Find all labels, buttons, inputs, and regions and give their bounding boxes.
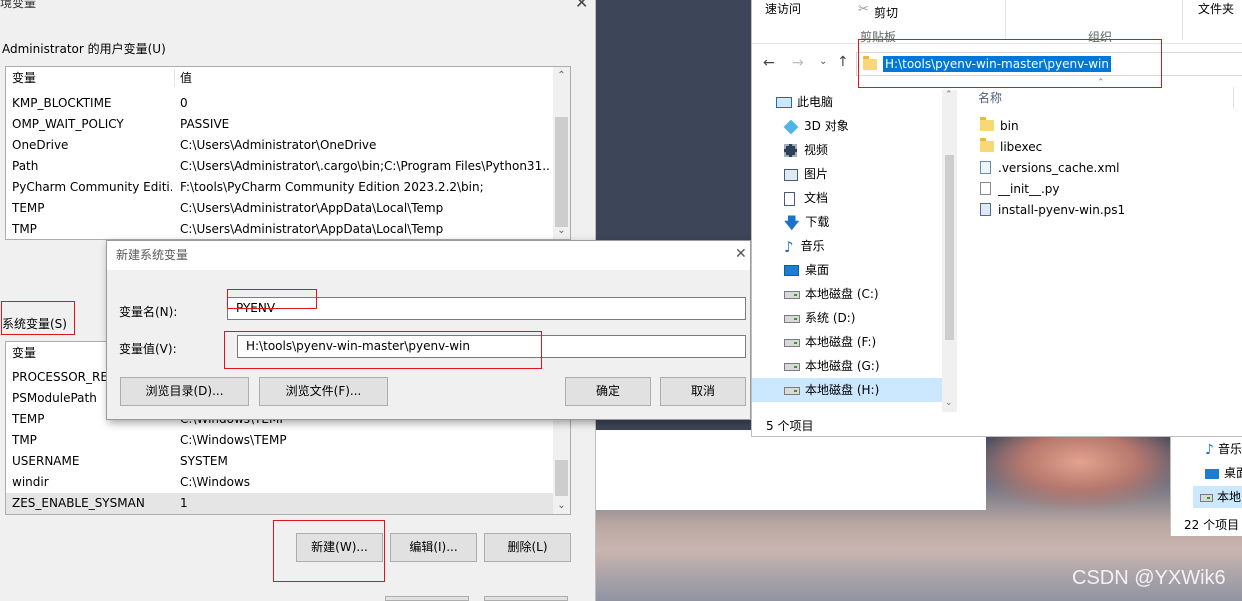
music-icon: ♪	[1205, 441, 1214, 458]
scroll-up-icon[interactable]: ⌃	[553, 67, 570, 84]
nav-item-music[interactable]: ♪ 音乐	[1205, 440, 1242, 458]
scroll-thumb[interactable]	[555, 117, 568, 227]
scroll-thumb[interactable]	[555, 460, 568, 496]
python-file-icon	[980, 182, 991, 195]
cube-icon	[783, 119, 799, 134]
drive-icon	[784, 386, 800, 395]
annotation-box	[273, 520, 385, 582]
header-variable[interactable]: 变量	[12, 67, 172, 90]
cut-button[interactable]: 剪切	[874, 4, 898, 21]
document-icon	[784, 191, 795, 206]
new-folder-button[interactable]: 文件夹	[1198, 0, 1234, 17]
list-item[interactable]: install-pyenv-win.ps1	[980, 200, 1125, 221]
drive-icon	[784, 338, 800, 347]
wallpaper-glow	[980, 430, 1180, 510]
scroll-thumb[interactable]	[945, 155, 954, 340]
computer-icon	[776, 97, 792, 108]
desktop-icon	[1205, 468, 1219, 479]
scroll-up-icon[interactable]: ⌃	[945, 90, 953, 100]
close-icon[interactable]: ✕	[575, 0, 588, 12]
edit-button[interactable]: 编辑(I)...	[390, 533, 477, 562]
scroll-down-icon[interactable]: ⌄	[553, 497, 570, 514]
delete-button[interactable]: 删除(L)	[484, 533, 571, 562]
button-edge	[484, 596, 568, 601]
list-item[interactable]: bin	[980, 116, 1019, 137]
nav-item-this-pc[interactable]: 此电脑	[752, 90, 833, 114]
xml-file-icon	[980, 161, 991, 174]
annotation-box	[1, 301, 75, 335]
scroll-down-icon[interactable]: ⌄	[945, 398, 953, 408]
browse-directory-button[interactable]: 浏览目录(D)...	[120, 377, 249, 406]
column-header-name[interactable]: 名称	[978, 89, 1002, 106]
browse-file-button[interactable]: 浏览文件(F)...	[259, 377, 388, 406]
annotation-box	[227, 289, 317, 309]
nav-item-music[interactable]: ♪ 音乐	[752, 234, 825, 258]
dialog-title: 新建系统变量	[107, 241, 750, 270]
nav-item-drive-d[interactable]: 系统 (D:)	[752, 306, 855, 330]
window-backdrop	[596, 430, 986, 510]
window-title: 境变量	[0, 0, 37, 10]
table-row-selected[interactable]: ZES_ENABLE_SYSMAN 1	[6, 493, 554, 514]
scissors-icon[interactable]: ✂	[858, 2, 869, 17]
nav-scrollbar[interactable]: ⌃ ⌄	[942, 90, 957, 412]
file-list: bin libexec .versions_cache.xml __init__…	[980, 116, 1230, 226]
forward-icon[interactable]: →	[792, 55, 804, 71]
list-item[interactable]: .versions_cache.xml	[980, 158, 1120, 179]
folder-icon	[980, 138, 994, 152]
nav-item-desktop[interactable]: 桌面	[1205, 464, 1242, 481]
button-edge	[385, 596, 469, 601]
nav-item-videos[interactable]: 视频	[752, 138, 828, 162]
header-value[interactable]: 值	[180, 67, 550, 90]
up-icon[interactable]: ↑	[837, 54, 849, 70]
drive-icon	[784, 314, 800, 323]
scroll-down-icon[interactable]: ⌄	[553, 222, 570, 239]
picture-icon	[784, 168, 798, 181]
close-icon[interactable]: ✕	[735, 246, 747, 262]
powershell-file-icon	[980, 203, 991, 216]
annotation-box	[224, 331, 542, 369]
list-item[interactable]: libexec	[980, 137, 1042, 158]
status-bar: 5 个项目	[766, 419, 814, 433]
list-item[interactable]: __init__.py	[980, 179, 1060, 200]
back-icon[interactable]: ←	[763, 55, 775, 71]
file-explorer-window: 速访问 ✂ 剪切 剪贴板 组织 文件夹 ← → ⌄ ↑ H:\tools\pye…	[751, 0, 1242, 437]
quick-access-label[interactable]: 速访问	[765, 0, 801, 17]
ok-button[interactable]: 确定	[565, 377, 651, 406]
cancel-button[interactable]: 取消	[660, 377, 746, 406]
user-variables-label: Administrator 的用户变量(U)	[2, 42, 166, 56]
desktop-icon	[784, 265, 799, 276]
nav-item-drive-g[interactable]: 本地磁盘 (G:)	[752, 354, 880, 378]
nav-item-drive[interactable]: 本地	[1193, 486, 1242, 508]
music-icon: ♪	[784, 237, 794, 256]
video-icon	[784, 144, 797, 157]
variable-name-label: 变量名(N):	[119, 305, 178, 319]
nav-item-drive-h[interactable]: 本地磁盘 (H:)	[752, 378, 942, 402]
nav-item-desktop[interactable]: 桌面	[752, 258, 829, 282]
nav-item-pictures[interactable]: 图片	[752, 162, 828, 186]
nav-item-drive-f[interactable]: 本地磁盘 (F:)	[752, 330, 876, 354]
drive-icon	[784, 290, 800, 299]
navigation-pane: 此电脑 3D 对象 视频 图片 文档 🡇 下载 ♪ 音乐 桌面 本地磁盘 (C:) …	[752, 90, 957, 412]
user-variables-list[interactable]: 变量 值 KMP_BLOCKTIME 0 OMP_WAIT_POLICY PASSI…	[5, 66, 571, 240]
annotation-box	[858, 39, 1162, 88]
variable-value-label: 变量值(V):	[119, 342, 177, 356]
vertical-scrollbar[interactable]: ⌃ ⌄	[553, 67, 570, 239]
watermark: CSDN @YXWik6	[1072, 567, 1226, 589]
nav-item-drive-c[interactable]: 本地磁盘 (C:)	[752, 282, 879, 306]
nav-item-downloads[interactable]: 🡇 下载	[752, 210, 829, 234]
download-icon: 🡇	[784, 213, 800, 232]
nav-item-documents[interactable]: 文档	[752, 186, 828, 210]
new-system-variable-dialog: 新建系统变量 ✕ 变量名(N): PYENV 变量值(V): H:\tools\…	[106, 240, 751, 420]
status-bar: 22 个项目	[1184, 518, 1240, 532]
drive-icon	[1200, 493, 1213, 502]
file-explorer-window-2: ♪音乐 桌面 本地 22 个项目	[1170, 437, 1242, 536]
folder-icon	[980, 117, 994, 131]
sort-chevron-icon: ⌃	[1097, 78, 1105, 88]
nav-item-3d-objects[interactable]: 3D 对象	[752, 114, 849, 138]
recent-locations-icon[interactable]: ⌄	[819, 56, 827, 67]
list-header: 变量 值	[6, 67, 570, 90]
drive-icon	[784, 362, 800, 371]
ribbon: 速访问 ✂ 剪切 剪贴板 组织 文件夹	[752, 0, 1242, 44]
